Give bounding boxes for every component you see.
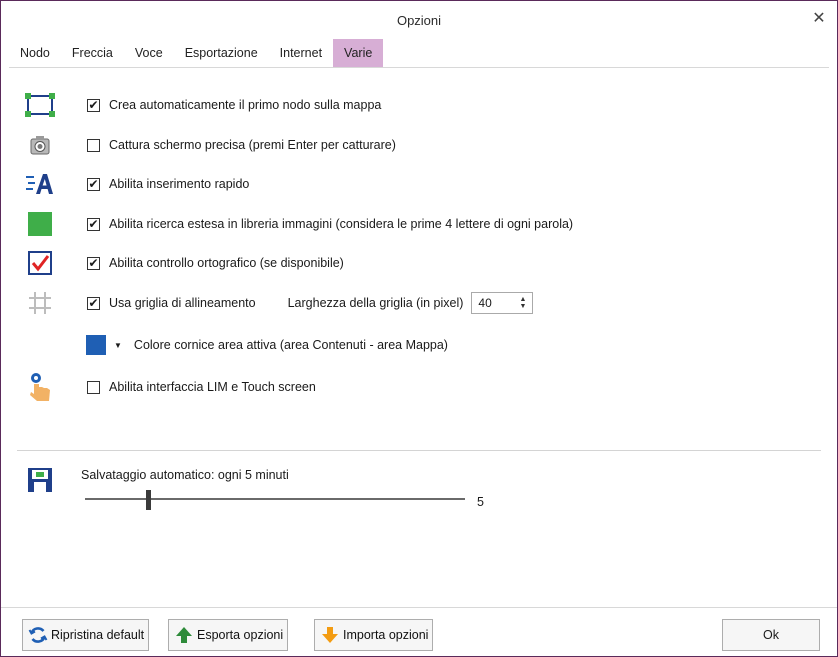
refresh-icon [27,624,49,646]
import-options-label: Importa opzioni [343,628,429,642]
check-mark-icon: ✔ [88,217,99,231]
export-options-button[interactable]: Esporta opzioni [168,619,289,651]
check-mark-icon: ✔ [88,256,99,270]
option-auto-first-node: ✔ Crea automaticamente il primo nodo sul… [23,92,381,118]
checkbox-precise-screenshot[interactable] [87,138,100,152]
option-label: Crea automaticamente il primo nodo sulla… [109,98,382,112]
frame-color-swatch[interactable] [86,335,106,355]
tab-internet[interactable]: Internet [269,39,333,67]
reset-default-label: Ripristina default [51,628,145,642]
check-mark-icon: ✔ [88,296,99,310]
option-label: Cattura schermo precisa (premi Enter per… [109,138,396,152]
autosave-slider-value: 5 [477,495,484,509]
checkbox-extended-image-search[interactable]: ✔ [87,217,100,231]
export-options-label: Esporta opzioni [197,628,284,642]
arrow-down-icon [319,624,341,646]
camera-icon [23,132,57,158]
option-label: Usa griglia di allineamento [109,296,256,310]
option-alignment-grid: ✔ Usa griglia di allineamento Larghezza … [23,290,534,316]
tabs-divider [9,67,829,68]
touch-icon [23,373,57,401]
tab-esportazione[interactable]: Esportazione [174,39,269,67]
check-mark-icon: ✔ [88,177,99,191]
check-mark-icon: ✔ [88,98,99,112]
frame-color-row: ▼ Colore cornice area attiva (area Conte… [86,332,448,358]
option-label: Abilita interfaccia LIM e Touch screen [109,380,316,394]
autosave-slider-thumb[interactable] [146,490,152,510]
tab-voce[interactable]: Voce [124,39,174,67]
footer-divider [1,607,837,608]
autosave-label: Salvataggio automatico: ogni 5 minuti [81,468,289,482]
grid-width-value[interactable]: 40 [478,296,491,310]
dropdown-arrow-icon[interactable]: ▼ [114,341,122,350]
close-button[interactable]: ✕ [811,11,827,27]
checkbox-touch-interface[interactable] [87,380,100,394]
image-library-icon [23,211,57,237]
option-label: Abilita ricerca estesa in libreria immag… [109,217,574,231]
grid-width-stepper[interactable]: 40 ▲ ▼ [471,292,534,314]
spin-arrows-icon[interactable]: ▲ ▼ [519,296,526,310]
option-extended-image-search: ✔ Abilita ricerca estesa in libreria imm… [23,211,573,237]
checkbox-quick-insert[interactable]: ✔ [87,177,100,191]
option-label: Abilita controllo ortografico (se dispon… [109,256,344,270]
tab-freccia[interactable]: Freccia [61,39,124,67]
frame-color-label: Colore cornice area attiva (area Contenu… [133,338,448,352]
checkbox-alignment-grid[interactable]: ✔ [87,296,100,310]
ok-button[interactable]: Ok [722,619,820,651]
option-quick-insert: ✔ Abilita inserimento rapido [23,171,249,197]
option-touch-interface: Abilita interfaccia LIM e Touch screen [23,373,316,401]
autosave-slider[interactable] [85,498,465,500]
checkbox-spellcheck[interactable]: ✔ [87,256,100,270]
import-options-button[interactable]: Importa opzioni [314,619,434,651]
quick-insert-icon [23,171,57,197]
option-label: Abilita inserimento rapido [109,177,250,191]
tab-varie[interactable]: Varie [333,39,384,67]
grid-width-field: Larghezza della griglia (in pixel) 40 ▲ ▼ [288,292,534,314]
options-dialog: Opzioni ✕ Nodo Freccia Voce Esportazione… [0,0,838,657]
option-spellcheck: ✔ Abilita controllo ortografico (se disp… [23,250,344,276]
tab-bar: Nodo Freccia Voce Esportazione Internet … [9,39,384,67]
grid-width-label: Larghezza della griglia (in pixel) [287,296,464,310]
checkbox-auto-first-node[interactable]: ✔ [87,98,100,112]
option-precise-screenshot: Cattura schermo precisa (premi Enter per… [23,132,396,158]
window-title: Opzioni [396,13,442,28]
tab-nodo[interactable]: Nodo [9,39,61,67]
reset-default-button[interactable]: Ripristina default [22,619,150,651]
arrow-up-icon [173,624,195,646]
section-divider [17,450,821,451]
node-frame-icon [23,92,57,118]
floppy-disk-icon [23,467,57,493]
spellcheck-icon [23,250,57,276]
grid-icon [23,290,57,316]
